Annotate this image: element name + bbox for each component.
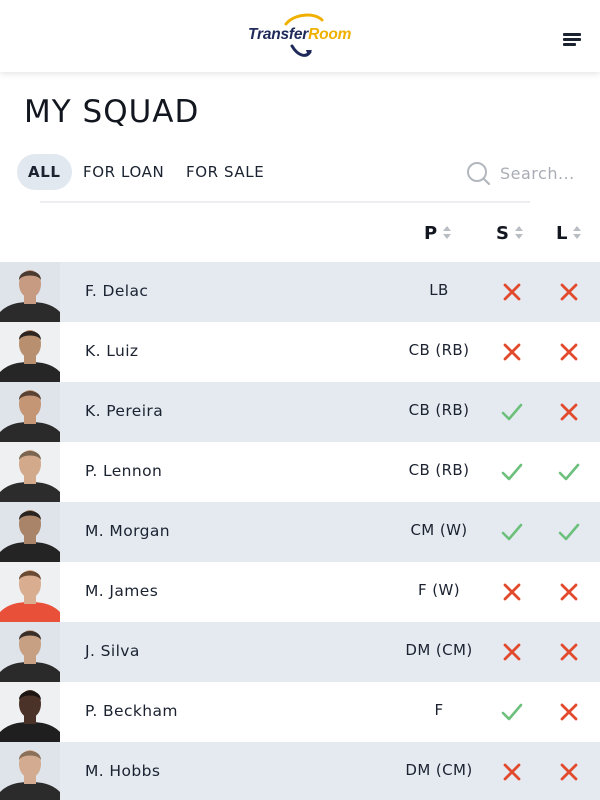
player-name[interactable]: P. Lennon	[85, 462, 162, 480]
logo-text-transfer: Transfer	[248, 26, 309, 43]
check-icon	[558, 462, 580, 482]
player-name[interactable]: P. Beckham	[85, 702, 178, 720]
cross-icon	[501, 762, 523, 782]
column-header-loan[interactable]: L	[556, 222, 582, 246]
cross-icon	[558, 342, 580, 362]
column-header-position[interactable]: P	[424, 222, 452, 246]
player-row[interactable]: K. Luiz CB (RB)	[0, 322, 600, 382]
player-name[interactable]: M. Morgan	[85, 522, 170, 540]
player-position: DM (CM)	[405, 761, 473, 779]
cross-icon	[501, 582, 523, 602]
filter-divider	[40, 201, 530, 203]
logo-wordmark: TransferRoom	[248, 26, 351, 44]
cross-icon	[558, 402, 580, 422]
player-row[interactable]: M. James F (W)	[0, 562, 600, 622]
cross-icon	[501, 342, 523, 362]
transferroom-logo[interactable]: TransferRoom	[248, 12, 366, 62]
player-position: F (W)	[418, 581, 460, 599]
squad-list: F. Delac LB K. Luiz CB (RB) K. Pereira CB (RB…	[0, 262, 600, 800]
cross-icon	[501, 642, 523, 662]
column-header-sale[interactable]: S	[496, 222, 523, 246]
player-avatar	[0, 262, 60, 322]
check-icon	[501, 462, 523, 482]
logo-text-room: Room	[308, 26, 352, 43]
search-box	[466, 158, 586, 188]
player-row[interactable]: M. Morgan CM (W)	[0, 502, 600, 562]
check-icon	[558, 522, 580, 542]
cross-icon	[558, 642, 580, 662]
player-name[interactable]: K. Pereira	[85, 402, 163, 420]
sort-icon	[443, 224, 452, 242]
page-title: MY SQUAD	[24, 94, 200, 130]
cross-icon	[558, 582, 580, 602]
player-position: F	[434, 701, 444, 719]
player-row[interactable]: J. Silva DM (CM)	[0, 622, 600, 682]
player-avatar	[0, 502, 60, 562]
player-avatar	[0, 682, 60, 742]
player-row[interactable]: M. Hobbs DM (CM)	[0, 742, 600, 800]
player-row[interactable]: F. Delac LB	[0, 262, 600, 322]
check-icon	[501, 522, 523, 542]
player-name[interactable]: F. Delac	[85, 282, 148, 300]
column-label-sale: S	[496, 222, 509, 244]
player-row[interactable]: K. Pereira CB (RB)	[0, 382, 600, 442]
player-position: CB (RB)	[408, 461, 470, 479]
app-header: TransferRoom	[0, 0, 600, 72]
player-avatar	[0, 322, 60, 382]
player-position: LB	[429, 281, 449, 299]
player-name[interactable]: M. James	[85, 582, 158, 600]
sort-icon	[573, 224, 582, 242]
player-name[interactable]: M. Hobbs	[85, 762, 160, 780]
filter-tab-for-loan[interactable]: FOR LOAN	[83, 154, 164, 190]
cross-icon	[558, 762, 580, 782]
filter-tab-for-sale[interactable]: FOR SALE	[186, 154, 264, 190]
cross-icon	[558, 702, 580, 722]
player-position: DM (CM)	[405, 641, 473, 659]
player-row[interactable]: P. Beckham F	[0, 682, 600, 742]
column-label-loan: L	[556, 222, 568, 244]
player-position: CB (RB)	[408, 341, 470, 359]
filter-tab-all[interactable]: ALL	[17, 154, 72, 190]
player-position: CM (W)	[410, 521, 468, 539]
player-avatar	[0, 442, 60, 502]
player-position: CB (RB)	[408, 401, 470, 419]
player-avatar	[0, 562, 60, 622]
player-avatar	[0, 742, 60, 800]
cross-icon	[501, 282, 523, 302]
player-name[interactable]: K. Luiz	[85, 342, 138, 360]
search-icon[interactable]	[466, 161, 492, 187]
check-icon	[501, 702, 523, 722]
cross-icon	[558, 282, 580, 302]
player-avatar	[0, 622, 60, 682]
check-icon	[501, 402, 523, 422]
player-row[interactable]: P. Lennon CB (RB)	[0, 442, 600, 502]
player-avatar	[0, 382, 60, 442]
player-name[interactable]: J. Silva	[85, 642, 140, 660]
column-label-position: P	[424, 222, 438, 244]
hamburger-menu-icon[interactable]	[560, 30, 584, 48]
sort-icon	[514, 224, 523, 242]
search-input[interactable]	[500, 158, 586, 188]
